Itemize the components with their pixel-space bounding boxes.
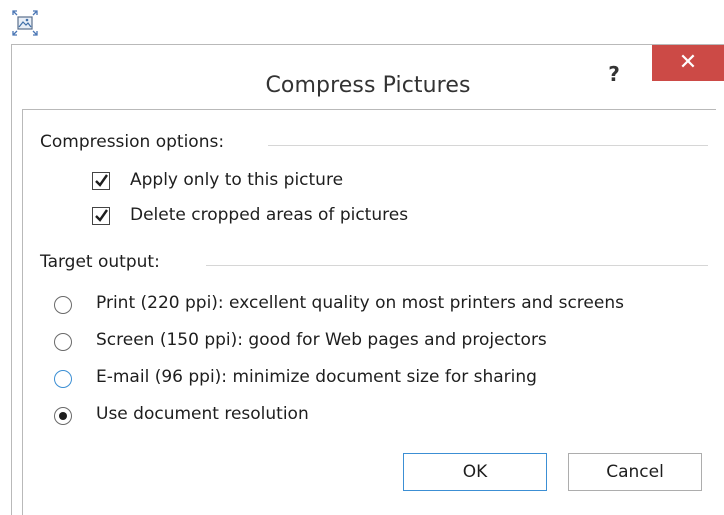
target-group-divider <box>206 265 708 266</box>
target-output-label: Target output: <box>40 252 160 272</box>
help-button[interactable]: ? <box>602 59 626 89</box>
radio-button[interactable] <box>54 407 72 425</box>
screen-radio-label: Screen (150 ppi): good for Web pages and… <box>96 330 547 350</box>
radio-button[interactable] <box>54 370 72 388</box>
radio-button[interactable] <box>54 333 72 351</box>
email-radio-label: E-mail (96 ppi): minimize document size … <box>96 367 537 387</box>
radio-button[interactable] <box>54 296 72 314</box>
close-button[interactable]: ✕ <box>652 45 724 81</box>
ok-button[interactable]: OK <box>403 453 547 491</box>
picture-compress-icon <box>12 10 38 36</box>
compress-pictures-dialog: Compress Pictures ? ✕ Compression option… <box>11 44 724 515</box>
compression-group-divider <box>268 145 708 146</box>
close-icon: ✕ <box>678 50 698 75</box>
print-radio-label: Print (220 ppi): excellent quality on mo… <box>96 293 624 313</box>
document-resolution-label: Use document resolution <box>96 404 309 424</box>
checkmark-icon[interactable] <box>92 207 110 225</box>
cancel-button[interactable]: Cancel <box>568 453 702 491</box>
checkmark-icon[interactable] <box>92 172 110 190</box>
delete-cropped-label: Delete cropped areas of pictures <box>130 205 409 225</box>
compression-options-label: Compression options: <box>40 132 225 152</box>
radio-selected-dot <box>59 412 67 420</box>
dialog-client-area: Compression options: Apply only to this … <box>22 109 716 515</box>
apply-only-label: Apply only to this picture <box>130 170 344 190</box>
